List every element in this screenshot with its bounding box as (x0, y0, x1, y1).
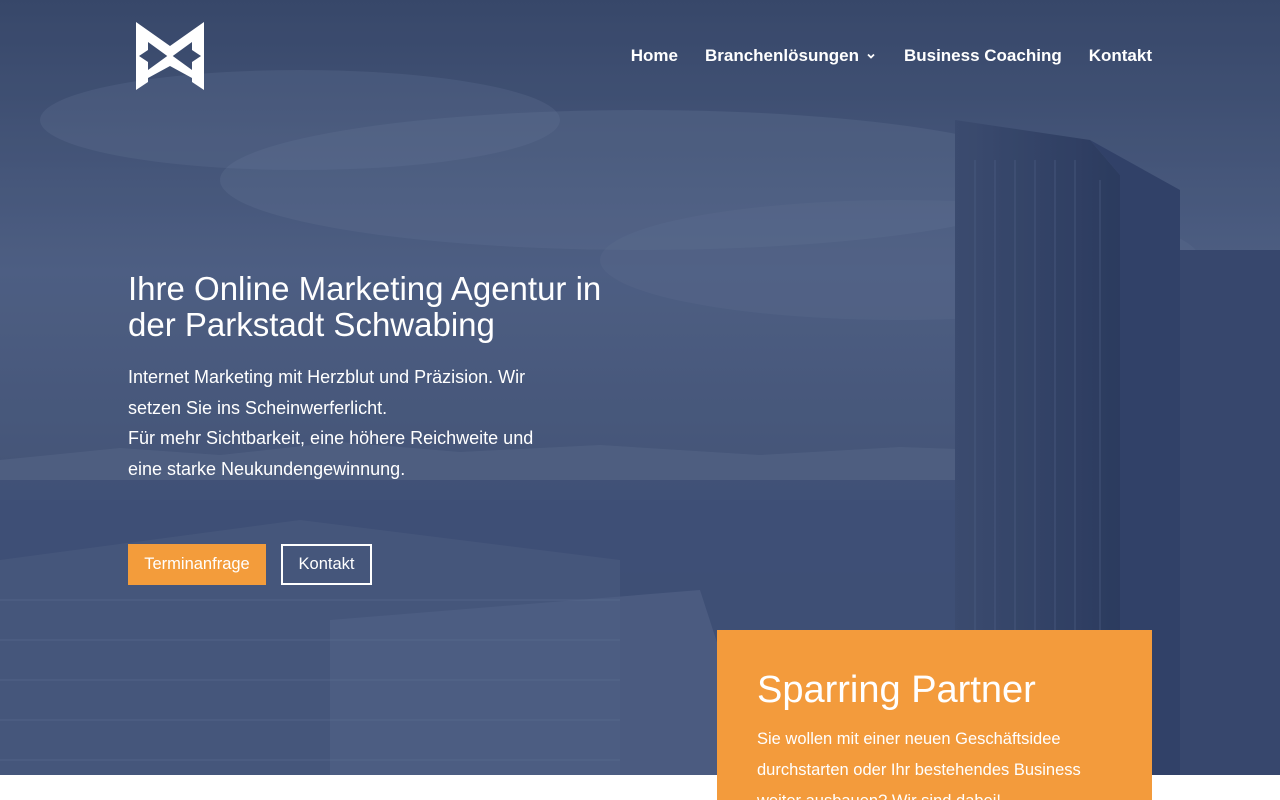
nav-item-home[interactable]: Home (631, 46, 678, 66)
terminanfrage-button[interactable]: Terminanfrage (128, 544, 266, 585)
nav-item-label: Business Coaching (903, 46, 1062, 65)
nav-item-label: Kontakt (1088, 46, 1152, 65)
hero-description: Internet Marketing mit Herzblut und Präz… (128, 362, 558, 484)
hero-text-line: Für mehr Sichtbarkeit, eine höhere Reich… (128, 428, 534, 479)
main-navigation: Home Branchenlösungen Business Coaching … (631, 44, 1152, 68)
mw-logo-icon[interactable] (134, 20, 206, 92)
hero-title: Ihre Online Marketing Agentur in der Par… (128, 270, 602, 343)
kontakt-button[interactable]: Kontakt (281, 544, 372, 585)
nav-item-branchenloesungen[interactable]: Branchenlösungen (705, 46, 877, 66)
card-title: Sparring Partner (757, 669, 1036, 711)
nav-item-kontakt[interactable]: Kontakt (1089, 46, 1152, 66)
card-text: Sie wollen mit einer neuen Geschäftsidee… (757, 730, 1081, 800)
hero-text-line: Internet Marketing mit Herzblut und Präz… (128, 367, 526, 418)
nav-item-label: Branchenlösungen (704, 46, 859, 65)
chevron-down-icon[interactable] (865, 50, 877, 62)
sparring-partner-card: Sparring Partner Sie wollen mit einer ne… (717, 630, 1152, 800)
nav-item-business-coaching[interactable]: Business Coaching (904, 46, 1062, 66)
nav-item-label: Home (630, 46, 678, 65)
